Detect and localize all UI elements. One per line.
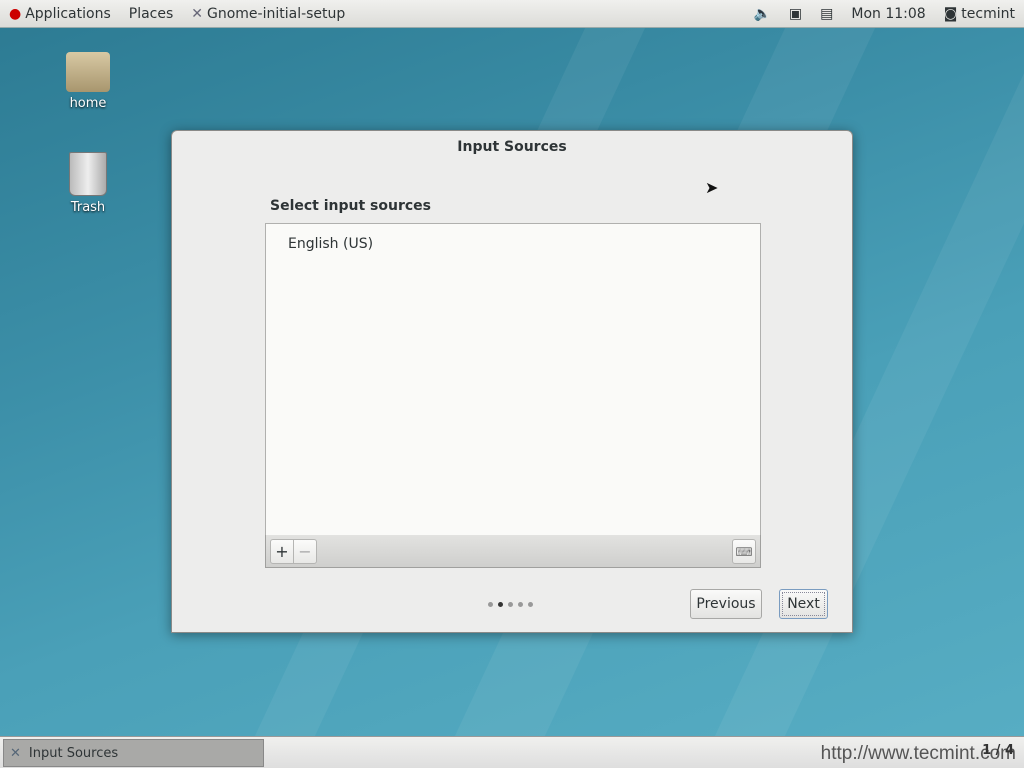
tools-icon: ✕ xyxy=(191,5,203,22)
battery-icon[interactable]: ▤ xyxy=(811,6,842,22)
top-panel: ● Applications Places ✕ Gnome-initial-setu… xyxy=(0,0,1024,28)
add-source-button[interactable]: + xyxy=(270,539,294,564)
remove-source-button[interactable]: − xyxy=(293,539,317,564)
clock[interactable]: Mon 11:08 xyxy=(842,6,934,22)
places-menu[interactable]: Places xyxy=(120,6,183,22)
redhat-icon: ● xyxy=(9,5,22,22)
tools-icon: ✕ xyxy=(10,745,21,761)
icon-label: Trash xyxy=(70,200,106,215)
input-sources-dialog: Input Sources Select input sources Engli… xyxy=(171,130,853,633)
page-dot xyxy=(488,602,493,607)
applications-menu[interactable]: ● Applications xyxy=(0,6,120,22)
applications-label: Applications xyxy=(25,5,111,22)
list-item[interactable]: English (US) xyxy=(266,224,760,264)
user-icon: ◙ xyxy=(943,5,958,22)
page-dot xyxy=(518,602,523,607)
page-dot xyxy=(508,602,513,607)
page-dot-current xyxy=(498,602,503,607)
places-label: Places xyxy=(128,5,174,22)
list-toolbar: + − ⌨ xyxy=(265,535,761,568)
network-icon[interactable]: ▣ xyxy=(780,6,811,22)
taskbar-item-input-sources[interactable]: ✕ Input Sources xyxy=(3,739,264,767)
bottom-panel: ✕ Input Sources http://www.tecmint.com 1… xyxy=(0,736,1024,768)
page-dot xyxy=(528,602,533,607)
user-menu[interactable]: ◙ tecmint xyxy=(935,6,1024,22)
keyboard-icon: ⌨ xyxy=(735,544,753,559)
mouse-cursor: ➤ xyxy=(705,178,719,197)
app-name: Gnome-initial-setup xyxy=(207,5,346,22)
dialog-title: Input Sources xyxy=(457,139,567,155)
icon-label: home xyxy=(69,96,107,111)
page-indicator xyxy=(488,602,533,607)
input-sources-list: English (US) xyxy=(265,223,761,536)
next-button[interactable]: Next xyxy=(779,589,828,619)
keyboard-layout-button[interactable]: ⌨ xyxy=(732,539,756,564)
trash-icon xyxy=(69,152,107,196)
task-label: Input Sources xyxy=(28,745,119,761)
app-menu[interactable]: ✕ Gnome-initial-setup xyxy=(182,6,354,22)
workspace-indicator[interactable]: 1 / 4 xyxy=(982,743,1014,758)
volume-icon[interactable]: 🔈 xyxy=(744,6,779,22)
section-label: Select input sources xyxy=(270,198,432,214)
user-name: tecmint xyxy=(961,5,1015,22)
desktop-icon-trash[interactable]: Trash xyxy=(48,152,128,215)
desktop-icon-home[interactable]: home xyxy=(48,52,128,111)
folder-icon xyxy=(66,52,110,92)
previous-button[interactable]: Previous xyxy=(690,589,762,619)
